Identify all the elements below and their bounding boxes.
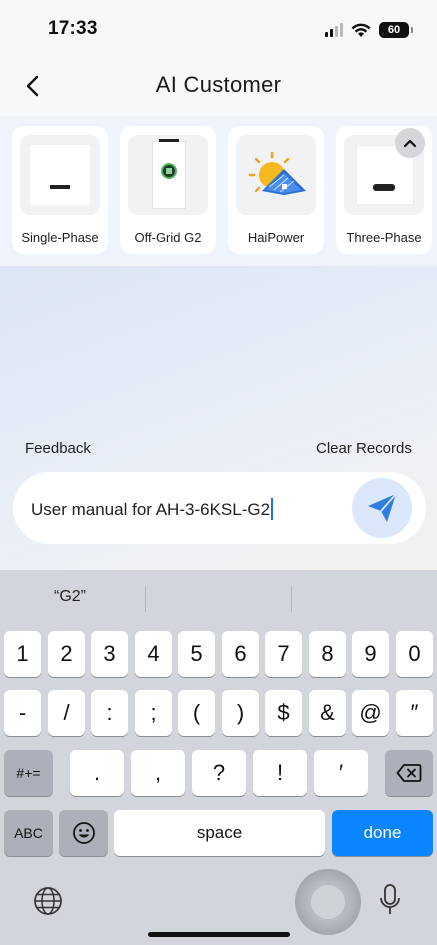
- key-abc[interactable]: ABC: [4, 810, 53, 856]
- product-card-off-grid-g2[interactable]: Off-Grid G2: [120, 126, 216, 254]
- key-slash[interactable]: /: [48, 690, 85, 736]
- keyboard: “G2” 1 2 3 4 5 6 7 8 9 0 - / : ; ( ) $ &…: [0, 570, 437, 945]
- key-2[interactable]: 2: [48, 631, 85, 677]
- key-hyphen[interactable]: -: [4, 690, 41, 736]
- chat-input-box[interactable]: User manual for AH-3-6KSL-G2: [13, 472, 426, 544]
- key-6[interactable]: 6: [222, 631, 259, 677]
- key-colon[interactable]: :: [91, 690, 128, 736]
- key-comma[interactable]: ,: [131, 750, 185, 796]
- product-label: HaiPower: [247, 230, 305, 245]
- done-key[interactable]: done: [332, 810, 433, 856]
- chat-input[interactable]: User manual for AH-3-6KSL-G2: [31, 498, 273, 520]
- key-9[interactable]: 9: [352, 631, 389, 677]
- haipower-solar-image: [236, 135, 316, 215]
- globe-icon[interactable]: [33, 886, 63, 916]
- key-5[interactable]: 5: [178, 631, 215, 677]
- text-caret: [271, 498, 273, 520]
- suggestion-divider: [145, 586, 146, 612]
- assistive-touch-button[interactable]: [295, 869, 361, 935]
- microphone-icon[interactable]: [378, 883, 402, 919]
- home-indicator: [148, 932, 290, 937]
- suggestion-divider: [291, 586, 292, 612]
- off-grid-inverter-image: [128, 135, 208, 215]
- key-3[interactable]: 3: [91, 631, 128, 677]
- page-title: AI Customer: [155, 72, 282, 97]
- chevron-up-icon: [403, 139, 417, 148]
- key-8[interactable]: 8: [309, 631, 346, 677]
- key-at[interactable]: @: [352, 690, 389, 736]
- key-0[interactable]: 0: [396, 631, 433, 677]
- key-exclamation[interactable]: !: [253, 750, 307, 796]
- status-icons: 60: [325, 20, 413, 40]
- product-card-haipower[interactable]: HaiPower: [228, 126, 324, 254]
- backspace-key[interactable]: [385, 750, 433, 796]
- space-key[interactable]: space: [114, 810, 325, 856]
- key-1[interactable]: 1: [4, 631, 41, 677]
- backspace-icon: [396, 764, 422, 782]
- key-semicolon[interactable]: ;: [135, 690, 172, 736]
- key-ampersand[interactable]: &: [309, 690, 346, 736]
- product-card-single-phase[interactable]: Single-Phase: [12, 126, 108, 254]
- suggestion-bar: “G2”: [0, 570, 437, 626]
- clear-records-link[interactable]: Clear Records: [316, 440, 412, 457]
- top-bar: 17:33 60 AI Customer: [0, 0, 437, 116]
- key-double-quote[interactable]: ″: [396, 690, 433, 736]
- status-time: 17:33: [48, 18, 98, 39]
- key-symbols[interactable]: #+=: [4, 750, 53, 796]
- battery-level: 60: [387, 24, 401, 36]
- emoji-key[interactable]: [59, 810, 108, 856]
- key-dollar[interactable]: $: [265, 690, 302, 736]
- send-button[interactable]: [352, 478, 412, 538]
- product-label: Single-Phase: [21, 230, 99, 245]
- feedback-link[interactable]: Feedback: [25, 440, 91, 457]
- cellular-signal-icon: [325, 23, 343, 37]
- key-4[interactable]: 4: [135, 631, 172, 677]
- suggestion-item[interactable]: “G2”: [54, 588, 86, 606]
- product-label: Three-Phase: [346, 230, 422, 245]
- paper-plane-icon: [368, 493, 397, 522]
- key-close-paren[interactable]: ): [222, 690, 259, 736]
- key-apostrophe[interactable]: ′: [314, 750, 368, 796]
- key-7[interactable]: 7: [265, 631, 302, 677]
- chat-input-value: User manual for AH-3-6KSL-G2: [31, 500, 271, 519]
- key-open-paren[interactable]: (: [178, 690, 215, 736]
- product-carousel[interactable]: Single-Phase Off-Grid G2 HaiPower Three-…: [0, 116, 437, 266]
- emoji-icon: [72, 822, 95, 844]
- collapse-button[interactable]: [395, 128, 425, 158]
- wifi-icon: [351, 23, 371, 37]
- battery-icon: 60: [379, 22, 413, 38]
- key-question[interactable]: ?: [192, 750, 246, 796]
- key-period[interactable]: .: [70, 750, 124, 796]
- single-phase-inverter-image: [20, 135, 100, 215]
- product-label: Off-Grid G2: [134, 230, 202, 245]
